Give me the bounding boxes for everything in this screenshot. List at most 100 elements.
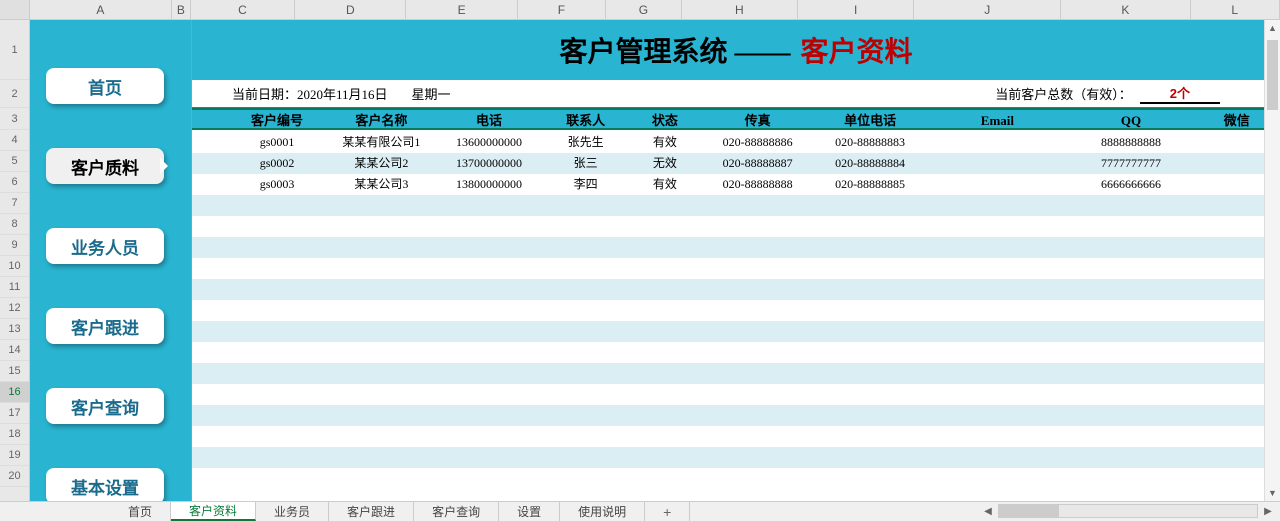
empty-row[interactable] (192, 300, 1280, 321)
col-header-I[interactable]: I (798, 0, 914, 19)
table-row[interactable]: gs0002某某公司213700000000张三无效020-8888888702… (192, 153, 1280, 174)
row-header-7[interactable]: 7 (0, 193, 29, 214)
sheet-tab[interactable]: 使用说明 (560, 502, 645, 521)
sheet-tab[interactable]: 客户查询 (414, 502, 499, 521)
col-header-A[interactable]: A (30, 0, 172, 19)
empty-row[interactable] (192, 363, 1280, 384)
row-header-9[interactable]: 9 (0, 235, 29, 256)
select-all-corner[interactable] (0, 0, 30, 19)
row-header-16[interactable]: 16 (0, 382, 29, 403)
cell[interactable]: 8888888888 (1069, 132, 1194, 153)
cell[interactable] (926, 132, 1068, 153)
cell[interactable]: 有效 (628, 132, 701, 153)
cell[interactable]: 7777777777 (1069, 153, 1194, 174)
cell[interactable] (926, 153, 1068, 174)
row-header-1[interactable]: 1 (0, 20, 29, 80)
empty-row[interactable] (192, 342, 1280, 363)
scroll-thumb-vertical[interactable] (1267, 40, 1278, 110)
sheet-tab[interactable]: 首页 (110, 502, 171, 521)
empty-row[interactable] (192, 258, 1280, 279)
row-header-3[interactable]: 3 (0, 108, 29, 130)
row-header-20[interactable]: 20 (0, 466, 29, 487)
cell[interactable]: 6666666666 (1069, 174, 1194, 195)
row-header-14[interactable]: 14 (0, 340, 29, 361)
table-row[interactable]: gs0001某某有限公司113600000000张先生有效 020-8888888… (192, 132, 1280, 153)
nav-button-0[interactable]: 首页 (46, 68, 164, 104)
cell[interactable]: 020-88888887 (701, 153, 813, 174)
row-header-4[interactable]: 4 (0, 130, 29, 151)
cell[interactable]: 020-88888885 (814, 174, 926, 195)
empty-row[interactable] (192, 279, 1280, 300)
cell[interactable]: gs0002 (227, 153, 328, 174)
empty-row[interactable] (192, 321, 1280, 342)
col-header-H[interactable]: H (682, 0, 798, 19)
row-header-2[interactable]: 2 (0, 80, 29, 108)
cell[interactable]: 某某公司3 (328, 174, 436, 195)
row-header-5[interactable]: 5 (0, 151, 29, 172)
table-row[interactable]: gs0003某某公司313800000000李四有效020-8888888802… (192, 174, 1280, 195)
cell[interactable]: 020-88888888 (701, 174, 813, 195)
cell[interactable]: 某某有限公司1 (328, 132, 436, 153)
row-header-19[interactable]: 19 (0, 445, 29, 466)
cell[interactable] (192, 174, 227, 195)
nav-button-2[interactable]: 业务人员 (46, 228, 164, 264)
empty-row[interactable] (192, 216, 1280, 237)
scroll-left-icon[interactable]: ◀ (980, 506, 996, 517)
sheet-content[interactable]: 首页客户质料业务人员客户跟进客户查询基本设置 客户管理系统 —— 客户资料 当前… (30, 20, 1280, 501)
cell[interactable]: gs0001 (227, 132, 328, 153)
nav-button-5[interactable]: 基本设置 (46, 468, 164, 504)
cell[interactable]: 020-88888884 (814, 153, 926, 174)
col-header-D[interactable]: D (295, 0, 406, 19)
row-header-8[interactable]: 8 (0, 214, 29, 235)
scroll-thumb-horizontal[interactable] (999, 505, 1059, 517)
nav-button-4[interactable]: 客户查询 (46, 388, 164, 424)
cell[interactable]: 13600000000 (435, 132, 543, 153)
empty-row[interactable] (192, 468, 1280, 489)
col-header-J[interactable]: J (914, 0, 1061, 19)
cell[interactable]: 无效 (628, 153, 701, 174)
vertical-scrollbar[interactable]: ▲ ▼ (1264, 20, 1280, 501)
sheet-tab[interactable]: 设置 (499, 502, 560, 521)
col-header-F[interactable]: F (518, 0, 606, 19)
empty-row[interactable] (192, 237, 1280, 258)
row-header-10[interactable]: 10 (0, 256, 29, 277)
row-header-13[interactable]: 13 (0, 319, 29, 340)
cell[interactable] (192, 153, 227, 174)
cell[interactable]: 020-88888883 (814, 132, 926, 153)
cell[interactable]: 13800000000 (435, 174, 543, 195)
row-header-11[interactable]: 11 (0, 277, 29, 298)
col-header-L[interactable]: L (1191, 0, 1280, 19)
empty-row[interactable] (192, 195, 1280, 216)
cell[interactable]: 张先生 (543, 132, 629, 153)
cell[interactable] (192, 132, 227, 153)
row-header-6[interactable]: 6 (0, 172, 29, 193)
row-header-15[interactable]: 15 (0, 361, 29, 382)
cell[interactable] (926, 174, 1068, 195)
nav-button-1[interactable]: 客户质料 (46, 148, 164, 184)
cell[interactable]: 13700000000 (435, 153, 543, 174)
col-header-G[interactable]: G (606, 0, 682, 19)
sheet-tab[interactable]: 客户跟进 (329, 502, 414, 521)
empty-row[interactable] (192, 426, 1280, 447)
col-header-E[interactable]: E (406, 0, 517, 19)
scroll-up-icon[interactable]: ▲ (1265, 20, 1280, 36)
scroll-right-icon[interactable]: ▶ (1260, 506, 1276, 517)
empty-row[interactable] (192, 405, 1280, 426)
cell[interactable]: 某某公司2 (328, 153, 436, 174)
cell[interactable]: 李四 (543, 174, 629, 195)
sheet-tab[interactable]: 客户资料 (171, 502, 256, 521)
col-header-B[interactable]: B (172, 0, 191, 19)
row-header-18[interactable]: 18 (0, 424, 29, 445)
add-sheet-button[interactable]: + (645, 502, 690, 521)
cell[interactable]: 张三 (543, 153, 629, 174)
row-header-17[interactable]: 17 (0, 403, 29, 424)
nav-button-3[interactable]: 客户跟进 (46, 308, 164, 344)
col-header-K[interactable]: K (1061, 0, 1190, 19)
cell[interactable]: gs0003 (227, 174, 328, 195)
empty-row[interactable] (192, 447, 1280, 468)
empty-row[interactable] (192, 384, 1280, 405)
sheet-tab[interactable]: 业务员 (256, 502, 329, 521)
scroll-track-horizontal[interactable] (998, 504, 1258, 518)
cell[interactable]: 有效 (628, 174, 701, 195)
col-header-C[interactable]: C (191, 0, 295, 19)
